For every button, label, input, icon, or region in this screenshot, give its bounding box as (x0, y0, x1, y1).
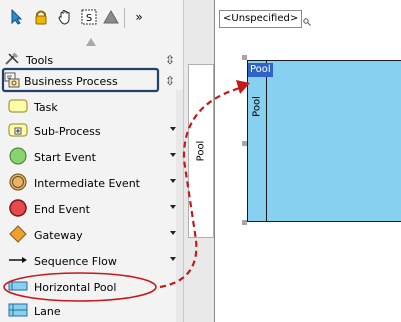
arrow-head-icon (236, 80, 250, 94)
annotation-overlay (1, 67, 250, 302)
highlight-box (1, 67, 160, 93)
dashed-arrow (159, 86, 241, 289)
highlight-ellipse (3, 272, 157, 302)
